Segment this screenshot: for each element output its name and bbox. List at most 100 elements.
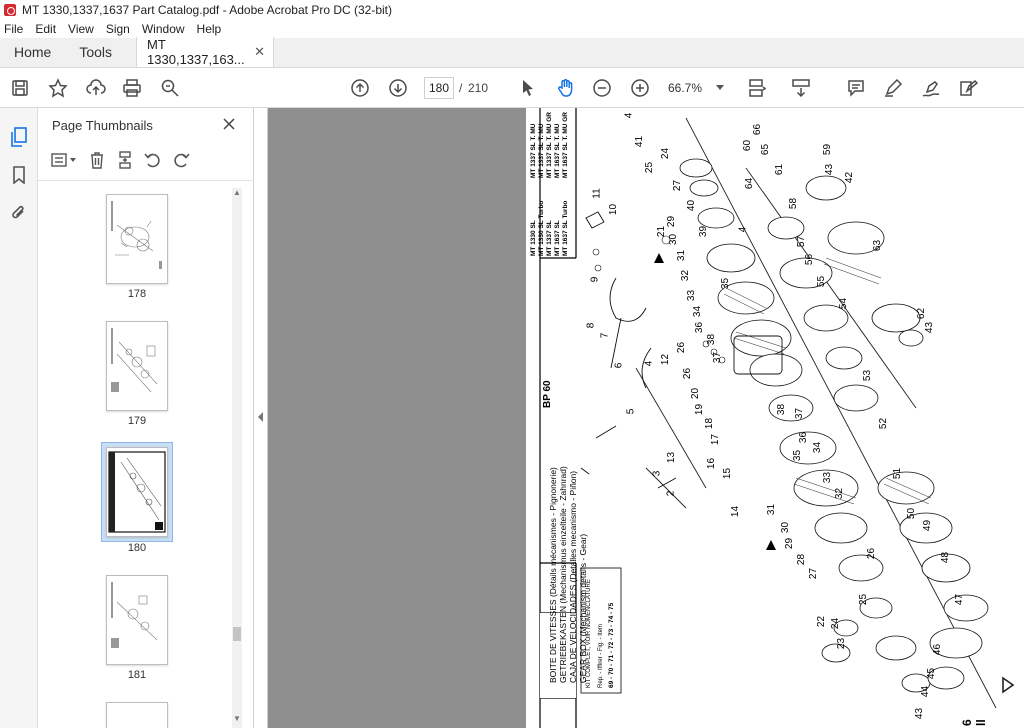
upload-cloud-icon[interactable] [84, 76, 108, 100]
zoom-out-icon[interactable] [590, 76, 614, 100]
menu-bar: File Edit View Sign Window Help [0, 20, 1024, 38]
callout-number: 62 [916, 307, 928, 320]
page-code-label: BP 60 [542, 380, 553, 408]
callout-number: 60 [742, 139, 754, 152]
scroll-mode-icon[interactable] [789, 76, 813, 100]
callout-number: 33 [686, 289, 698, 302]
highlight-pen-icon[interactable] [881, 76, 905, 100]
attachment-paperclip-icon[interactable] [8, 202, 30, 224]
thumbnail-page-180[interactable] [106, 447, 168, 537]
rotate-clockwise-icon[interactable] [170, 149, 192, 171]
tab-document-label: MT 1330,1337,163... [147, 37, 245, 67]
page-number: 6 [960, 719, 974, 726]
title-spanish: CAJA DE VELOCIDADES (Detalles mecanismo … [568, 470, 578, 683]
page-layout-icon[interactable] [744, 76, 768, 100]
scroll-up-icon[interactable]: ▲ [233, 188, 241, 197]
rotate-counterclockwise-icon[interactable] [142, 149, 164, 171]
chevron-down-icon [716, 85, 724, 90]
hand-tool-icon[interactable] [554, 76, 578, 100]
callout-number: 4 [737, 226, 749, 233]
page-thumbnails-icon[interactable] [8, 126, 30, 148]
print-icon[interactable] [120, 76, 144, 100]
thumbnail-drawing-icon [111, 582, 158, 648]
callout-number: 27 [672, 179, 684, 192]
thumbnails-panel-title: Page Thumbnails [52, 118, 153, 133]
model-right-4: MT 1637 SL T. MU [554, 123, 561, 178]
insert-page-icon[interactable] [114, 149, 136, 171]
thumbnail-label-180: 180 [127, 542, 147, 554]
thumbnail-label-178: 178 [127, 288, 147, 300]
thumbnail-drawing-icon [111, 201, 162, 269]
callout-number: 38 [706, 333, 718, 346]
page-thumbnails-panel: Page Thumbnails 178 179 180 181 ▲ ▼ [38, 108, 254, 728]
callout-number: 31 [766, 503, 778, 516]
menu-window[interactable]: Window [142, 22, 185, 36]
close-tab-icon[interactable]: ✕ [254, 44, 265, 60]
callout-number: 46 [932, 643, 944, 656]
menu-file[interactable]: File [4, 22, 23, 36]
main-toolbar: 180 / 210 66.7% [0, 68, 1024, 108]
callout-number: 35 [792, 449, 804, 462]
thumbnail-page-179[interactable] [106, 321, 168, 411]
callout-number: 24 [830, 617, 842, 630]
thumbnail-page-partial[interactable] [106, 702, 168, 728]
sign-pen-icon[interactable] [919, 76, 943, 100]
callout-number: 15 [722, 467, 734, 480]
callout-number: 43 [824, 163, 836, 176]
tab-home[interactable]: Home [0, 37, 65, 67]
thumbnails-scrollbar[interactable] [232, 188, 242, 728]
thumbnail-page-178[interactable] [106, 194, 168, 284]
previous-page-icon[interactable] [348, 76, 372, 100]
page-total: 210 [468, 81, 489, 95]
title-german: GETRIEBEKASTEN (Mechanismus einzelteile … [558, 466, 568, 683]
menu-help[interactable]: Help [197, 22, 222, 36]
thumbnail-drawing-icon [111, 328, 158, 393]
next-page-icon[interactable] [386, 76, 410, 100]
find-search-icon[interactable] [158, 76, 182, 100]
callout-number: 22 [816, 615, 828, 628]
next-page-arrow-icon[interactable] [999, 674, 1017, 696]
model-right-1: MT 1337 SL T. MU [530, 123, 537, 178]
callout-number: 41 [634, 135, 646, 148]
callout-number: 30 [668, 233, 680, 246]
bookmark-icon[interactable] [8, 164, 30, 186]
callout-number: 5 [625, 408, 637, 415]
menu-sign[interactable]: Sign [106, 22, 130, 36]
callout-number: 18 [704, 417, 716, 430]
callout-number: 52 [878, 417, 890, 430]
callout-number: 21 [656, 225, 668, 238]
bookmark-star-icon[interactable] [46, 76, 70, 100]
callout-number: 49 [922, 519, 934, 532]
callout-number: 23 [836, 637, 848, 650]
panel-collapse-handle[interactable] [254, 108, 268, 728]
zoom-level-select[interactable]: 66.7% [664, 77, 728, 99]
thumbnail-tools [48, 148, 198, 172]
options-menu-icon[interactable] [48, 149, 80, 171]
callout-number: 45 [926, 667, 938, 680]
document-view[interactable]: BP 60 BOITE DE VITESSES (Détails mécanis… [268, 108, 1024, 728]
callout-number: 25 [644, 161, 656, 174]
callout-number: 14 [730, 505, 742, 518]
model-right-5: MT 1637 SL T. MU GR [562, 112, 569, 178]
tab-tools[interactable]: Tools [65, 37, 126, 67]
scroll-down-icon[interactable]: ▼ [233, 714, 241, 723]
menu-edit[interactable]: Edit [35, 22, 56, 36]
select-cursor-icon[interactable] [516, 76, 540, 100]
kit-label: KIT COMPLET, VOIR NOMENCLATURE [586, 579, 592, 688]
page-number-input[interactable]: 180 [424, 77, 454, 99]
rep-values: 69 - 70 - 71 - 72 - 73 - 74 - 75 [608, 602, 615, 688]
save-icon[interactable] [8, 76, 32, 100]
zoom-in-icon[interactable] [628, 76, 652, 100]
fill-sign-icon[interactable] [956, 76, 980, 100]
delete-page-icon[interactable] [86, 149, 108, 171]
thumbnails-scroll-thumb[interactable] [233, 627, 241, 641]
thumbnail-page-181[interactable] [106, 575, 168, 665]
menu-view[interactable]: View [68, 22, 94, 36]
callout-number: 36 [798, 431, 810, 444]
callout-number: 47 [954, 593, 966, 606]
title-bar: MT 1330,1337,1637 Part Catalog.pdf - Ado… [0, 0, 1024, 20]
close-panel-icon[interactable] [220, 115, 238, 133]
comment-icon[interactable] [844, 76, 868, 100]
callout-number: 9 [589, 276, 601, 283]
tab-document[interactable]: MT 1330,1337,163... ✕ [136, 37, 275, 67]
